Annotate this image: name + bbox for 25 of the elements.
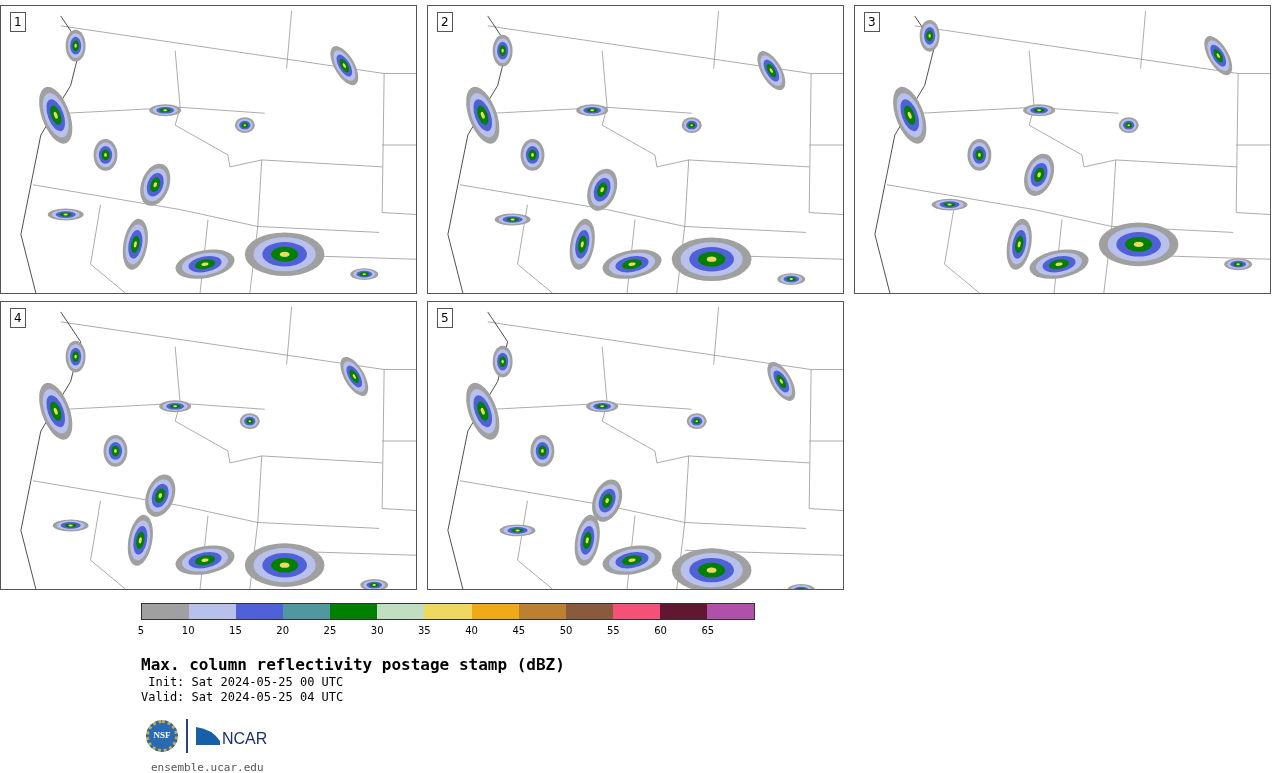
- tick-label: 65: [701, 625, 715, 637]
- member-number: 4: [10, 308, 26, 328]
- member-number: 5: [437, 308, 453, 328]
- tick-label: 35: [418, 625, 431, 637]
- tick-label: 10: [181, 625, 195, 637]
- tick-label: 40: [465, 625, 478, 637]
- tick-label: 30: [370, 625, 384, 637]
- chart-title: Max. column reflectivity postage stamp (dBZ): [141, 655, 566, 675]
- valid-time: Valid: Sat 2024-05-25 04 UTC: [141, 690, 345, 705]
- tick-label: 15: [229, 625, 242, 637]
- tick-label: 45: [512, 625, 526, 637]
- site-url: ensemble.ucar.edu: [151, 761, 265, 773]
- swoosh-icon: [196, 727, 220, 745]
- tick-label: 55: [606, 625, 620, 637]
- tick-label: 25: [323, 625, 337, 637]
- tick-label: 50: [559, 625, 573, 637]
- member-number: 3: [864, 12, 880, 32]
- tick-label: 60: [654, 625, 667, 637]
- ncar-logo: NCAR: [222, 730, 268, 748]
- init-time: Init: Sat 2024-05-25 00 UTC: [147, 675, 345, 690]
- member-number: 2: [437, 12, 453, 32]
- member-number: 1: [10, 12, 26, 32]
- tick-label: 5: [137, 625, 145, 637]
- nsf-logo: NSF: [146, 720, 178, 752]
- tick-label: 20: [276, 625, 290, 637]
